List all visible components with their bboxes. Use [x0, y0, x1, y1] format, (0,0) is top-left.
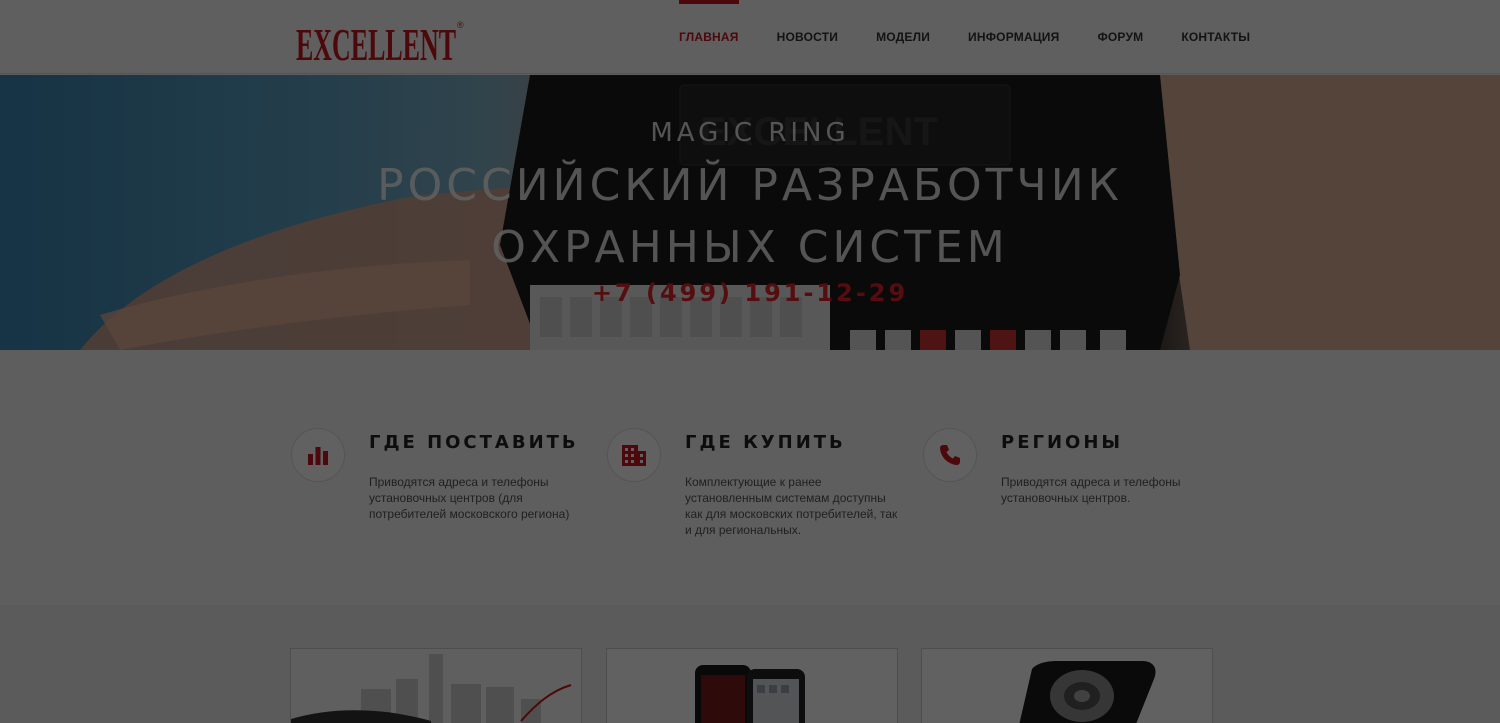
hero-phone[interactable]: +7 (499) 191-12-29 [0, 279, 1500, 307]
city-car-image [291, 649, 581, 723]
bar-chart-icon [291, 428, 345, 482]
feature-title: ГДЕ ПОСТАВИТЬ [369, 432, 579, 453]
main-nav: ГЛАВНАЯ НОВОСТИ МОДЕЛИ ИНФОРМАЦИЯ ФОРУМ … [660, 0, 1269, 74]
nav-item-home[interactable]: ГЛАВНАЯ [660, 0, 758, 74]
feature-text: Приводятся адреса и телефоны установочны… [1001, 475, 1181, 505]
product-card-smartphones[interactable] [606, 648, 898, 723]
hero-banner: EXCELLENT MAGIC RING РОССИЙСКИЙ РАЗРАБОТ… [0, 75, 1500, 350]
feature-text: Приводятся адреса и телефоны установочны… [369, 475, 570, 521]
nav-item-models[interactable]: МОДЕЛИ [857, 0, 949, 74]
hero-title-line-1: РОССИЙСКИЙ РАЗРАБОТЧИК [377, 160, 1123, 211]
nav-item-forum[interactable]: ФОРУМ [1078, 0, 1162, 74]
svg-text:®: ® [457, 20, 464, 30]
logo[interactable]: EXCELLENT ® [296, 14, 466, 64]
building-icon [607, 428, 661, 482]
hero-subtitle: MAGIC RING [650, 118, 850, 148]
feature-title: ГДЕ КУПИТЬ [685, 432, 846, 453]
product-card-remote[interactable] [921, 648, 1213, 723]
feature-title: РЕГИОНЫ [1001, 432, 1124, 453]
smartphones-image [607, 649, 897, 723]
hero-title-line-2: ОХРАННЫХ СИСТЕМ [491, 222, 1009, 273]
svg-text:EXCELLENT: EXCELLENT [296, 19, 456, 64]
features-section: ГДЕ ПОСТАВИТЬ Приводятся адреса и телефо… [0, 350, 1500, 605]
site-header: EXCELLENT ® ГЛАВНАЯ НОВОСТИ МОДЕЛИ ИНФОР… [0, 0, 1500, 74]
feature-text: Комплектующие к ранее установленным сист… [685, 475, 898, 537]
page: EXCELLENT ® ГЛАВНАЯ НОВОСТИ МОДЕЛИ ИНФОР… [0, 0, 1500, 723]
product-card-city[interactable] [290, 648, 582, 723]
nav-item-contacts[interactable]: КОНТАКТЫ [1162, 0, 1269, 74]
nav-item-news[interactable]: НОВОСТИ [758, 0, 857, 74]
hero-title: РОССИЙСКИЙ РАЗРАБОТЧИК ОХРАННЫХ СИСТЕМ [0, 155, 1500, 279]
product-section [0, 605, 1500, 723]
nav-item-info[interactable]: ИНФОРМАЦИЯ [949, 0, 1078, 74]
phone-icon [923, 428, 977, 482]
remote-fob-image [922, 649, 1212, 723]
